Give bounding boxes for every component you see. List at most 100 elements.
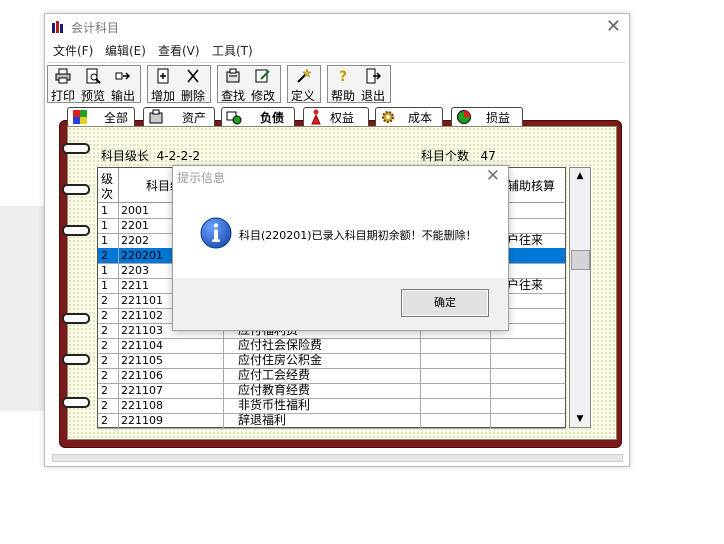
liabilities-icon [226,111,242,125]
toolbar-group-edit: 增加 删除 [147,65,211,103]
table-vertical-scrollbar[interactable]: ▲ ▼ [569,167,591,428]
ok-button[interactable]: 确定 [401,289,489,317]
table-cell-level: 2 [98,368,119,383]
dialog-message: 科目(220201)已录入科目期初余额！不能删除！ [239,229,477,242]
scroll-down-arrow-icon[interactable]: ▼ [570,411,590,427]
table-cell-column-4 [421,368,491,383]
scrollbar-thumb[interactable] [571,250,590,270]
binder-ring [62,397,90,408]
find-icon [226,68,240,83]
delete-icon [187,69,199,83]
table-cell-column-4 [421,353,491,368]
info-icon [200,217,232,249]
table-cell-name: 辞退福利 [224,413,421,428]
pie-icon [457,110,471,124]
table-cell-level: 2 [98,398,119,413]
table-cell-name: 应付工会经费 [224,368,421,383]
table-cell-code: 221108 [119,398,224,413]
menu-edit[interactable]: 编辑(E) [105,42,146,59]
find-button[interactable]: 查找 [218,66,248,103]
table-cell-name: 应付住房公积金 [224,353,421,368]
modify-icon [255,69,270,83]
table-row[interactable]: 2 221108 非货币性福利 [98,398,565,414]
subject-level-info: 科目级长 4-2-2-2 [101,149,201,163]
menu-view[interactable]: 查看(V) [158,42,200,59]
table-cell-level: 2 [98,338,119,353]
binder-ring [62,143,90,154]
exit-button[interactable]: 退出 [358,66,388,103]
table-cell-name: 应付教育经费 [224,383,421,398]
preview-button[interactable]: 预览 [78,66,108,103]
title-bar: 会计科目 ✕ [45,14,629,40]
tab-liabilities[interactable]: 负债 [221,107,295,126]
table-cell-column-4 [421,383,491,398]
define-button[interactable]: 定义 [288,66,318,103]
binder-ring [62,313,90,324]
table-row[interactable]: 2 221109 辞退福利 [98,413,565,429]
add-icon [157,68,169,84]
toolbar-group-help: ? 帮助 退出 [327,65,391,103]
table-cell-code: 221106 [119,368,224,383]
table-cell-level: 1 [98,203,119,218]
table-cell-level: 1 [98,233,119,248]
tab-all[interactable]: 全部 [67,107,135,126]
table-cell-aux [491,338,564,353]
assets-icon [149,109,163,124]
table-cell-code: 221105 [119,353,224,368]
table-row[interactable]: 2 221104 应付社会保险费 [98,338,565,354]
window-close-button[interactable]: ✕ [606,16,621,37]
table-cell-aux [491,398,564,413]
table-cell-level: 2 [98,293,119,308]
table-cell-aux [491,353,564,368]
table-cell-level: 2 [98,353,119,368]
toolbar-group-search: 查找 修改 [217,65,281,103]
window-horizontal-scrollbar[interactable] [52,454,623,462]
printer-icon [55,68,71,84]
binder-ring [62,354,90,365]
window-title: 会计科目 [71,21,120,35]
tab-profit-loss[interactable]: 损益 [451,107,523,126]
table-cell-level: 2 [98,323,119,338]
dialog-close-button[interactable]: ✕ [486,166,500,186]
binder-ring [62,225,90,236]
app-icon [52,21,63,33]
help-button[interactable]: ? 帮助 [328,66,358,103]
info-dialog: 提示信息 ✕ 科目(220201)已录入科目期初余额！不能删除！ 确定 [172,165,509,331]
menu-file[interactable]: 文件(F) [53,42,93,59]
tab-assets[interactable]: 资产 [143,107,215,126]
header-level[interactable]: 级 次 [98,168,119,203]
delete-button[interactable]: 删除 [178,66,208,103]
all-categories-icon [73,110,87,124]
export-button[interactable]: 输出 [108,66,138,103]
exit-door-icon [366,68,381,84]
magic-wand-icon [297,68,311,83]
table-cell-column-4 [421,398,491,413]
svg-text:?: ? [339,69,347,84]
equity-icon [311,109,321,125]
help-icon: ? [339,69,347,84]
menu-tools[interactable]: 工具(T) [212,42,253,59]
tab-cost[interactable]: 成本 [375,107,443,126]
table-cell-level: 1 [98,263,119,278]
table-cell-level: 2 [98,383,119,398]
table-cell-column-4 [421,338,491,353]
dialog-title: 提示信息 [177,171,226,185]
tab-equity[interactable]: 权益 [303,107,369,126]
table-row[interactable]: 2 221107 应付教育经费 [98,383,565,399]
gear-icon [382,111,394,123]
table-cell-aux [491,368,564,383]
print-button[interactable]: 打印 [48,66,78,103]
dialog-footer: 确定 [173,278,508,330]
scroll-up-arrow-icon[interactable]: ▲ [570,168,590,184]
table-cell-aux [491,383,564,398]
table-cell-code: 221109 [119,413,224,428]
binder-ring [62,184,90,195]
table-cell-level: 1 [98,278,119,293]
table-cell-aux [491,413,564,428]
table-row[interactable]: 2 221106 应付工会经费 [98,368,565,384]
table-row[interactable]: 2 221105 应付住房公积金 [98,353,565,369]
modify-button[interactable]: 修改 [248,66,278,103]
add-button[interactable]: 增加 [148,66,178,103]
preview-icon [86,68,101,84]
table-cell-name: 应付社会保险费 [224,338,421,353]
